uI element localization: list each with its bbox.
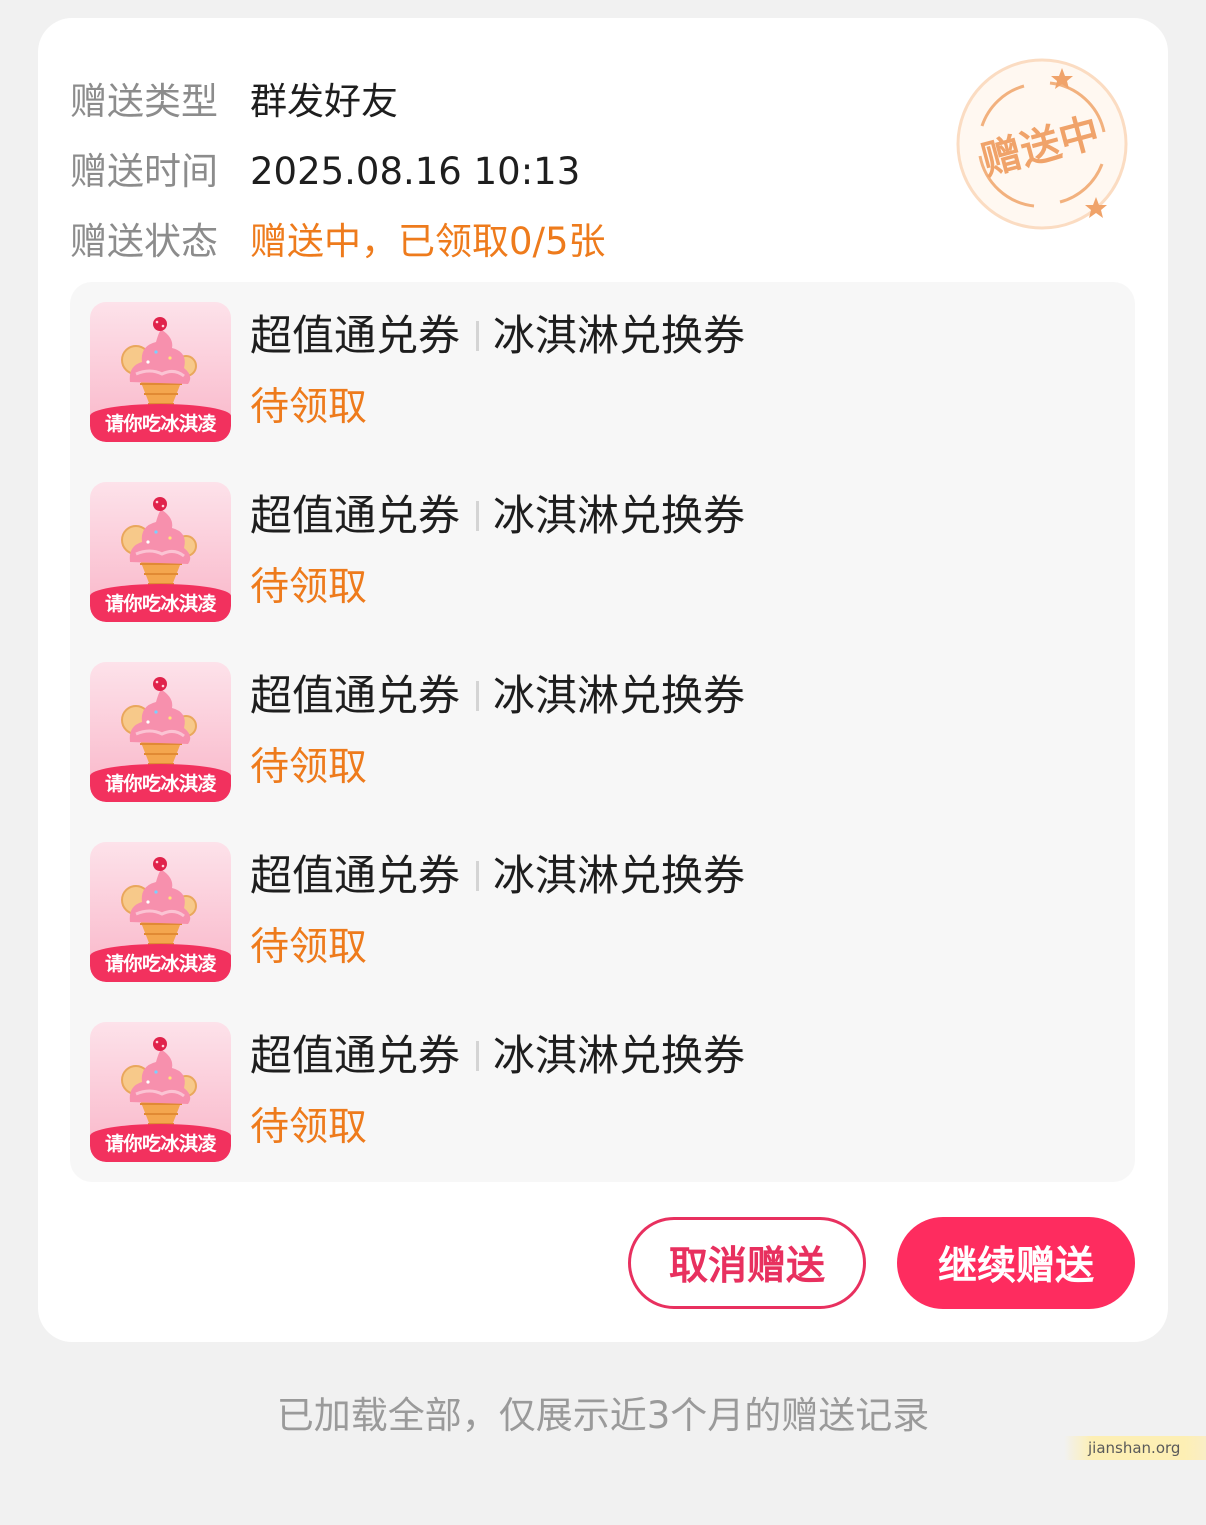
coupon-title: 超值通兑券 冰淇淋兑换券 [250, 490, 745, 542]
title-divider [476, 321, 480, 351]
coupon-item[interactable]: 请你吃冰淇凌 超值通兑券 冰淇淋兑换券 待领取 [90, 842, 1110, 982]
coupon-thumbnail: 请你吃冰淇凌 [90, 302, 231, 442]
watermark: jianshan.org [1064, 1436, 1206, 1460]
coupon-item[interactable]: 请你吃冰淇凌 超值通兑券 冰淇淋兑换券 待领取 [90, 1022, 1110, 1162]
gift-status-row: 赠送状态 赠送中，已领取0/5张 [70, 212, 606, 272]
footer-note: 已加载全部，仅展示近3个月的赠送记录 [276, 1394, 930, 1437]
gift-type-value: 群发好友 [250, 80, 398, 123]
gift-status-value: 赠送中，已领取0/5张 [250, 220, 606, 263]
coupon-status: 待领取 [250, 1105, 368, 1150]
cancel-gift-button[interactable]: 取消赠送 [628, 1217, 866, 1309]
coupon-thumbnail: 请你吃冰淇凌 [90, 1022, 231, 1162]
gift-type-row: 赠送类型 群发好友 [70, 72, 398, 132]
coupon-subname: 冰淇淋兑换券 [493, 851, 746, 900]
coupon-name: 超值通兑券 [250, 491, 461, 540]
coupon-status: 待领取 [250, 745, 368, 790]
coupon-banner-text: 请你吃冰淇凌 [90, 404, 231, 442]
coupon-name: 超值通兑券 [250, 851, 461, 900]
title-divider [476, 861, 480, 891]
gift-time-label: 赠送时间 [70, 150, 218, 193]
gifting-stamp: 赠送中 [954, 56, 1130, 232]
coupon-banner-text: 请你吃冰淇凌 [90, 1124, 231, 1162]
coupon-name: 超值通兑券 [250, 1031, 461, 1080]
coupon-title: 超值通兑券 冰淇淋兑换券 [250, 850, 745, 902]
title-divider [476, 681, 480, 711]
coupon-title: 超值通兑券 冰淇淋兑换券 [250, 310, 745, 362]
coupon-thumbnail: 请你吃冰淇凌 [90, 662, 231, 802]
gift-record-card: 赠送类型 群发好友 赠送时间 2025.08.16 10:13 赠送状态 赠送中… [38, 18, 1168, 1342]
coupon-list: 请你吃冰淇凌 超值通兑券 冰淇淋兑换券 待领取 请你吃冰淇凌 超值通兑券 冰淇淋… [70, 282, 1135, 1182]
coupon-banner-text: 请你吃冰淇凌 [90, 584, 231, 622]
coupon-item[interactable]: 请你吃冰淇凌 超值通兑券 冰淇淋兑换券 待领取 [90, 662, 1110, 802]
coupon-subname: 冰淇淋兑换券 [493, 671, 746, 720]
coupon-status: 待领取 [250, 385, 368, 430]
continue-gift-button[interactable]: 继续赠送 [897, 1217, 1135, 1309]
gift-time-value: 2025.08.16 10:13 [250, 150, 581, 193]
coupon-name: 超值通兑券 [250, 671, 461, 720]
coupon-subname: 冰淇淋兑换券 [493, 311, 746, 360]
coupon-item[interactable]: 请你吃冰淇凌 超值通兑券 冰淇淋兑换券 待领取 [90, 482, 1110, 622]
coupon-thumbnail: 请你吃冰淇凌 [90, 482, 231, 622]
coupon-name: 超值通兑券 [250, 311, 461, 360]
coupon-subname: 冰淇淋兑换券 [493, 491, 746, 540]
coupon-subname: 冰淇淋兑换券 [493, 1031, 746, 1080]
title-divider [476, 1041, 480, 1071]
coupon-title: 超值通兑券 冰淇淋兑换券 [250, 670, 745, 722]
gift-status-label: 赠送状态 [70, 220, 218, 263]
gift-type-label: 赠送类型 [70, 80, 218, 123]
coupon-banner-text: 请你吃冰淇凌 [90, 944, 231, 982]
title-divider [476, 501, 480, 531]
coupon-thumbnail: 请你吃冰淇凌 [90, 842, 231, 982]
coupon-title: 超值通兑券 冰淇淋兑换券 [250, 1030, 745, 1082]
coupon-status: 待领取 [250, 925, 368, 970]
coupon-item[interactable]: 请你吃冰淇凌 超值通兑券 冰淇淋兑换券 待领取 [90, 302, 1110, 442]
gift-time-row: 赠送时间 2025.08.16 10:13 [70, 142, 580, 202]
coupon-banner-text: 请你吃冰淇凌 [90, 764, 231, 802]
coupon-status: 待领取 [250, 565, 368, 610]
